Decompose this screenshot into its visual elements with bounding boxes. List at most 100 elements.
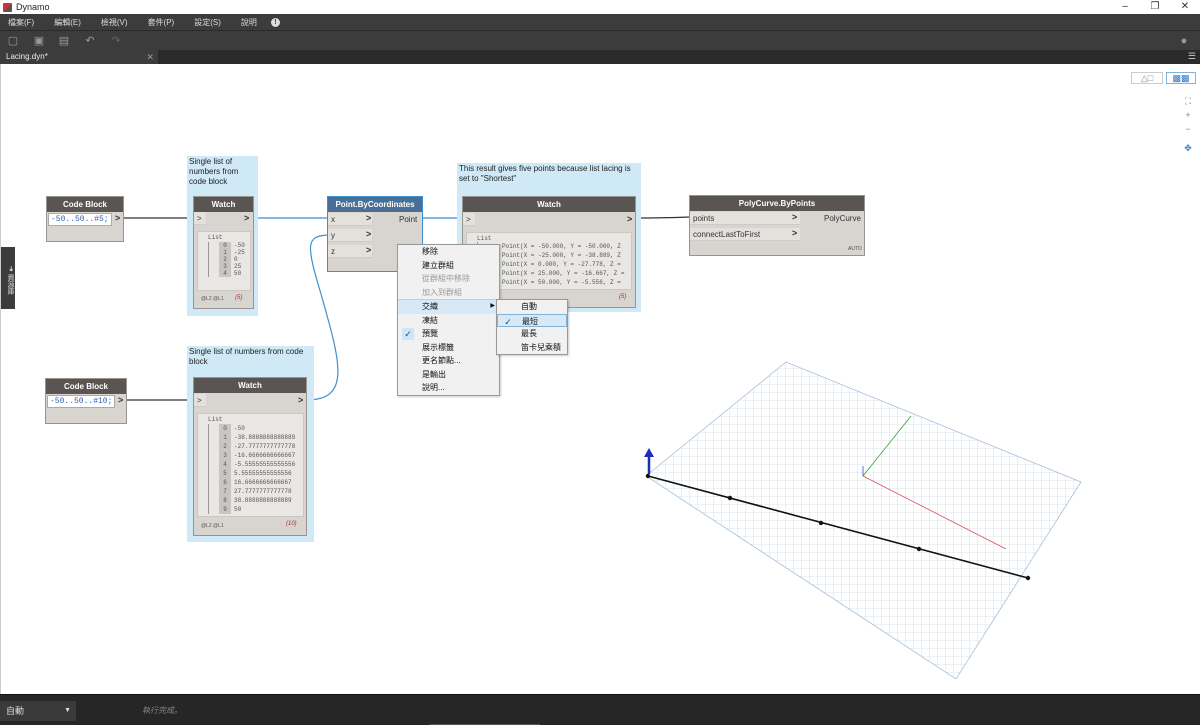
port-arrow-icon: >: [366, 245, 372, 255]
list-item: Point(X = 25.000, Y = -16.667, Z =: [502, 270, 625, 277]
lacing-option-shortest[interactable]: ✓ 最短: [497, 313, 567, 327]
watch-output-box: List 0 -50 1 -38.8888888888889 2 -27.777777…: [197, 413, 304, 517]
watch-node-2[interactable]: Watch > > List 0 -50 1 -38.8888888888889 2…: [193, 377, 307, 536]
redo-icon[interactable]: ↷: [110, 35, 122, 47]
code-input[interactable]: -50..50..#5;: [48, 213, 112, 226]
node-title: Watch: [463, 197, 635, 212]
lacing-option-cross-product[interactable]: 笛卡兒乘積: [497, 341, 567, 355]
menu-item-rename-node[interactable]: 更名節點...: [398, 354, 499, 368]
menu-item-create-group[interactable]: 建立群組: [398, 259, 499, 273]
input-port[interactable]: >: [463, 213, 475, 226]
code-block-node-1[interactable]: Code Block -50..50..#5; >: [46, 196, 124, 242]
menu-item-is-output[interactable]: 是輸出: [398, 368, 499, 382]
list-item: 3 -16.6666666666667: [219, 451, 295, 460]
menu-item-preview[interactable]: ✓ 預覽: [398, 327, 499, 341]
output-port-polycurve[interactable]: PolyCurve: [824, 212, 861, 225]
output-port-arrow-icon[interactable]: >: [298, 395, 303, 405]
menu-item-help[interactable]: 說明...: [398, 381, 499, 395]
menu-view[interactable]: 檢視(V): [101, 17, 128, 28]
input-port[interactable]: >: [194, 212, 206, 225]
watch-node-1[interactable]: Watch > > List 0 -50 1 -25 20 3 25 4 50 @L2 …: [193, 196, 254, 309]
input-port[interactable]: >: [194, 394, 206, 407]
lacing-badge: AUTO: [848, 246, 862, 252]
open-file-icon[interactable]: ▣: [33, 35, 45, 47]
watch-list: 0 -50 1 -38.8888888888889 2 -27.77777777777…: [208, 424, 295, 514]
group-title: This result gives five points because li…: [459, 164, 631, 183]
watch-list: 0 -50 1 -25 20 3 25 4 50: [208, 242, 245, 277]
background-3d-preview[interactable]: [1, 64, 1200, 694]
menu-item-add-to-group[interactable]: 加入到群組: [398, 286, 499, 300]
title-bar: Dynamo – ❐ ✕: [0, 0, 1200, 14]
geometry-view-icon: △□: [1140, 73, 1154, 83]
graph-view-toggle[interactable]: ▩▩: [1166, 72, 1196, 84]
list-item: Point(X = -25.000, Y = -38.889, Z: [502, 252, 621, 259]
list-label: List: [208, 234, 223, 241]
group-title: Single list of numbers from code block: [189, 347, 304, 366]
preview-point: [818, 520, 824, 526]
list-item: 1 -38.8888888888889: [219, 433, 295, 442]
save-icon[interactable]: ▤: [58, 35, 70, 47]
run-mode-select[interactable]: 自動 ▼: [0, 701, 76, 721]
window-title: Dynamo: [16, 2, 50, 12]
output-port-arrow-icon[interactable]: >: [627, 214, 632, 224]
menu-help[interactable]: 說明: [241, 17, 257, 28]
port-arrow-icon: >: [366, 229, 372, 239]
list-item: Point(X = -50.000, Y = -50.000, Z: [502, 243, 621, 250]
watch-output-box: List 0 -50 1 -25 20 3 25 4 50: [197, 231, 251, 291]
code-block-node-2[interactable]: Code Block -50..50..#10; >: [45, 378, 127, 424]
output-port-point[interactable]: Point: [399, 213, 417, 226]
lacing-option-longest[interactable]: 最長: [497, 327, 567, 341]
zoom-in-icon[interactable]: +: [1181, 108, 1195, 122]
pan-icon[interactable]: ✥: [1181, 142, 1195, 156]
list-item: 9 50: [219, 505, 295, 514]
list-item: 4 50: [219, 270, 245, 277]
preview-point: [645, 473, 651, 479]
minimize-icon[interactable]: –: [1110, 0, 1140, 14]
zoom-fit-icon[interactable]: ⛶: [1181, 94, 1195, 108]
tab-label: Lacing.dyn*: [6, 52, 48, 61]
menu-file[interactable]: 檔案(F): [8, 17, 34, 28]
menu-item-show-labels[interactable]: 展示標籤: [398, 341, 499, 355]
camera-icon[interactable]: ●: [1178, 35, 1190, 47]
restore-icon[interactable]: ❐: [1140, 0, 1170, 14]
tab-lacing[interactable]: Lacing.dyn* ✕: [0, 50, 158, 64]
node-title: Watch: [194, 197, 253, 212]
checkmark-icon: ✓: [504, 316, 512, 327]
zoom-controls: ⛶ + −: [1181, 94, 1195, 136]
menu-edit[interactable]: 編輯(E): [54, 17, 81, 28]
tab-menu-icon[interactable]: ☰: [1188, 51, 1196, 62]
code-input[interactable]: -50..50..#10;: [47, 395, 115, 408]
list-item: 8 38.8888888888889: [219, 496, 295, 505]
input-port-points[interactable]: points: [690, 212, 800, 225]
notification-icon[interactable]: !: [270, 17, 280, 27]
menu-item-remove-from-group[interactable]: 從群組中移除: [398, 272, 499, 286]
output-port-arrow-icon[interactable]: >: [244, 213, 249, 223]
graph-view-icon: ▩▩: [1172, 73, 1190, 83]
dynamo-window: Dynamo – ❐ ✕ 檔案(F) 編輯(E) 檢視(V) 套件(P) 設定(…: [0, 0, 1200, 725]
list-item: 0 -50: [219, 424, 295, 433]
list-item: 7 27.7777777777778: [219, 487, 295, 496]
run-mode-value: 自動: [6, 706, 25, 716]
output-port-arrow-icon[interactable]: >: [115, 213, 120, 223]
preview-point: [1025, 575, 1031, 581]
input-port-connect-last-to-first[interactable]: connectLastToFirst: [690, 228, 800, 241]
polycurve-by-points-node[interactable]: PolyCurve.ByPoints points connectLastToF…: [689, 195, 865, 256]
menu-item-lacing[interactable]: 交織 ▶: [398, 300, 499, 314]
graph-canvas[interactable]: ➜ 資源庫 Single list of numbers from code b…: [0, 64, 1200, 694]
menu-item-freeze[interactable]: 凍結: [398, 314, 499, 328]
group-title: Single list of numbers from code block: [189, 157, 239, 186]
menu-packages[interactable]: 套件(P): [148, 17, 175, 28]
preview-point: [727, 495, 733, 501]
menu-item-delete[interactable]: 移除: [398, 245, 499, 259]
tab-close-icon[interactable]: ✕: [146, 50, 154, 64]
toolbar: ▢ ▣ ▤ ↶ ↷ ●: [0, 30, 1200, 50]
new-file-icon[interactable]: ▢: [7, 35, 19, 47]
geometry-view-toggle[interactable]: △□: [1131, 72, 1163, 84]
lacing-option-auto[interactable]: 自動: [497, 300, 567, 314]
output-port-arrow-icon[interactable]: >: [118, 395, 123, 405]
undo-icon[interactable]: ↶: [84, 35, 96, 47]
zoom-out-icon[interactable]: −: [1181, 122, 1195, 136]
list-label: List: [477, 235, 492, 242]
menu-settings[interactable]: 設定(S): [194, 17, 221, 28]
close-icon[interactable]: ✕: [1170, 0, 1200, 14]
